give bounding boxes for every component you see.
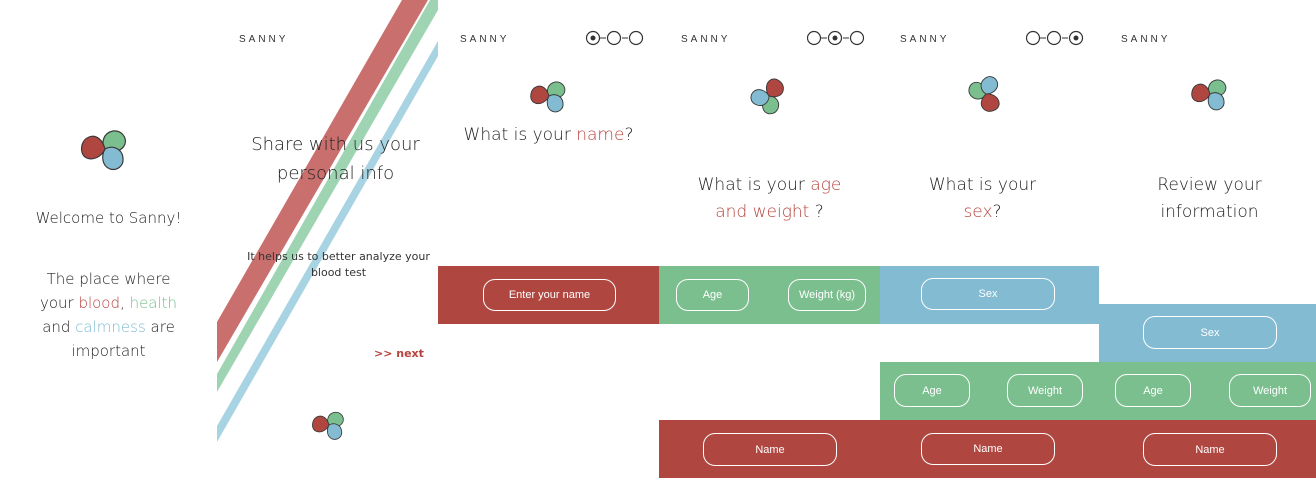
screen-intro: SANNY Share with us your personal info I… (217, 0, 438, 478)
brand-label: SANNY (460, 34, 510, 45)
brand-label: SANNY (239, 34, 289, 45)
screen-name: SANNY What is your name? Enter your name (438, 0, 659, 478)
step-indicator (1026, 30, 1084, 46)
name-field[interactable]: Name (703, 433, 837, 466)
intro-subtitle: It helps us to better analyze your blood… (247, 250, 430, 279)
weight-field[interactable]: Weight (1229, 374, 1311, 407)
age-input[interactable]: Age (676, 279, 749, 311)
question-name: What is your name? (463, 125, 634, 145)
weight-input[interactable]: Weight (kg) (788, 279, 866, 311)
screen-review: SANNY Review your information Sex Age We… (1099, 0, 1316, 478)
sanny-logo-icon (312, 411, 344, 440)
age-field[interactable]: Age (894, 374, 970, 407)
next-link[interactable]: >> next (374, 347, 424, 360)
sanny-logo-icon (965, 73, 1007, 115)
brand-label: SANNY (681, 34, 731, 45)
sanny-logo-icon (1191, 79, 1227, 111)
sex-input[interactable]: Sex (921, 278, 1055, 310)
weight-field[interactable]: Weight (1007, 374, 1083, 407)
brand-label: SANNY (900, 34, 950, 45)
question-age-weight: What is your age and weight ? (697, 175, 842, 222)
sex-field[interactable]: Sex (1143, 316, 1277, 349)
tagline: The place where your blood, health and c… (39, 270, 178, 360)
screen-sex: SANNY What is your sex? Sex Age Weight N… (880, 0, 1099, 478)
name-field[interactable]: Name (1143, 433, 1277, 466)
step-indicator (586, 30, 644, 46)
sanny-logo-icon (530, 81, 566, 113)
sanny-logo-icon (748, 75, 790, 117)
name-input[interactable]: Enter your name (483, 279, 616, 311)
age-field[interactable]: Age (1115, 374, 1191, 407)
screen-welcome: Welcome to Sanny! The place where your b… (0, 0, 217, 478)
name-field[interactable]: Name (921, 433, 1055, 465)
review-title: Review your information (1157, 175, 1262, 222)
sanny-logo-icon (80, 130, 126, 171)
screen-age-weight: SANNY What is your age and weight ? Age … (659, 0, 880, 478)
step-indicator (807, 30, 865, 46)
intro-title: Share with us your personal info (251, 134, 420, 184)
welcome-title: Welcome to Sanny! (35, 209, 182, 227)
brand-label: SANNY (1121, 34, 1171, 45)
question-sex: What is your sex? (928, 175, 1037, 222)
